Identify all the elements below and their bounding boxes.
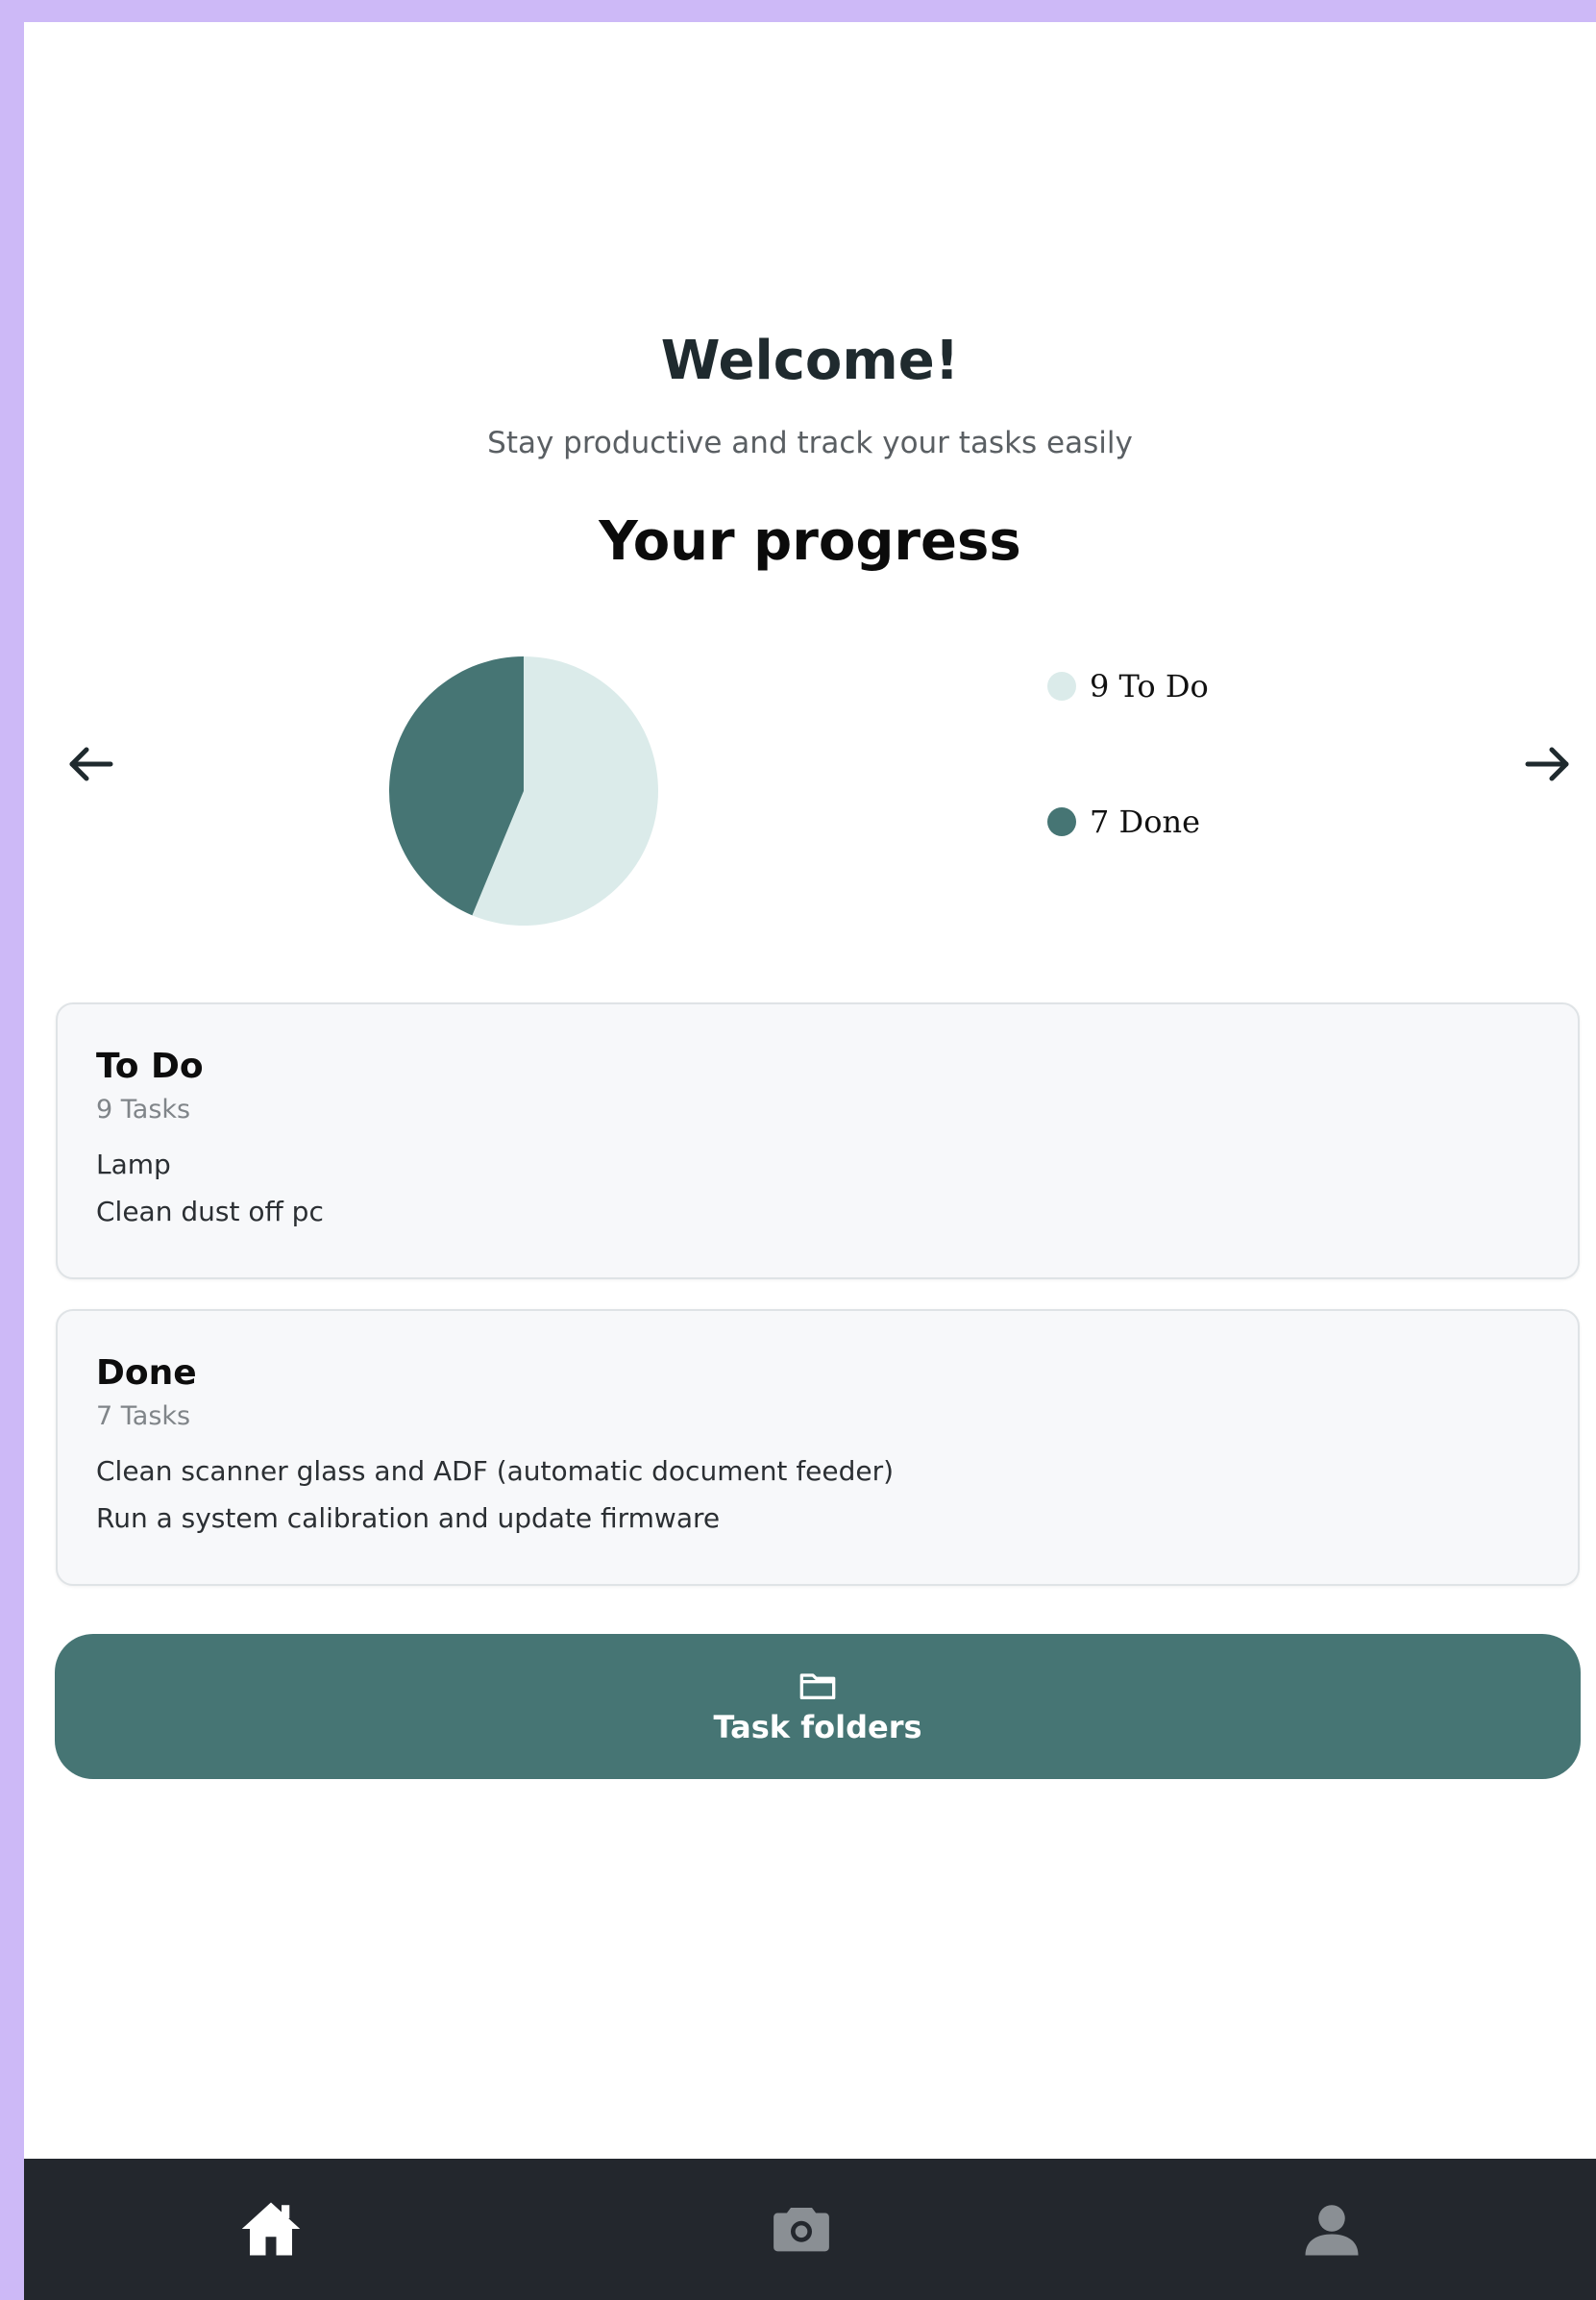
task-folders-button[interactable]: Task folders [55, 1634, 1581, 1779]
progress-pie-chart [389, 656, 658, 926]
card-title: To Do [96, 1047, 204, 1086]
task-folders-label: Task folders [713, 1708, 922, 1745]
card-task-count: 9 Tasks [96, 1095, 191, 1125]
card-task-count: 7 Tasks [96, 1401, 191, 1431]
legend-item-done: 7 Done [1047, 804, 1200, 840]
bottom-navigation [24, 2159, 1596, 2300]
next-chart-button[interactable] [1518, 735, 1576, 793]
home-icon [241, 2202, 301, 2256]
list-item[interactable]: Clean dust off pc [96, 1196, 324, 1243]
user-icon [1305, 2205, 1359, 2256]
arrow-left-icon [69, 747, 113, 781]
todo-card[interactable]: To Do 9 Tasks Lamp Clean dust off pc [56, 1002, 1580, 1279]
done-card[interactable]: Done 7 Tasks Clean scanner glass and ADF… [56, 1309, 1580, 1586]
legend-swatch-done [1047, 807, 1076, 836]
card-title: Done [96, 1353, 197, 1393]
legend-swatch-todo [1047, 672, 1076, 701]
arrow-right-icon [1525, 747, 1569, 781]
folder-icon [799, 1672, 836, 1699]
previous-chart-button[interactable] [62, 735, 120, 793]
progress-heading: Your progress [599, 510, 1021, 573]
legend-label-todo: 9 To Do [1090, 668, 1209, 705]
page-subtitle: Stay productive and track your tasks eas… [487, 426, 1133, 460]
legend-item-todo: 9 To Do [1047, 668, 1209, 705]
nav-profile-button[interactable] [1300, 2197, 1363, 2261]
list-item[interactable]: Lamp [96, 1149, 324, 1196]
list-item[interactable]: Run a system calibration and update firm… [96, 1502, 894, 1549]
list-item[interactable]: Clean scanner glass and ADF (automatic d… [96, 1455, 894, 1502]
nav-camera-button[interactable] [770, 2197, 833, 2261]
legend-label-done: 7 Done [1090, 804, 1200, 840]
task-list: Lamp Clean dust off pc [96, 1149, 324, 1243]
nav-home-button[interactable] [239, 2197, 303, 2261]
app-screen: Welcome! Stay productive and track your … [24, 22, 1596, 2300]
camera-icon [773, 2208, 829, 2252]
page-title: Welcome! [660, 330, 960, 392]
task-list: Clean scanner glass and ADF (automatic d… [96, 1455, 894, 1549]
